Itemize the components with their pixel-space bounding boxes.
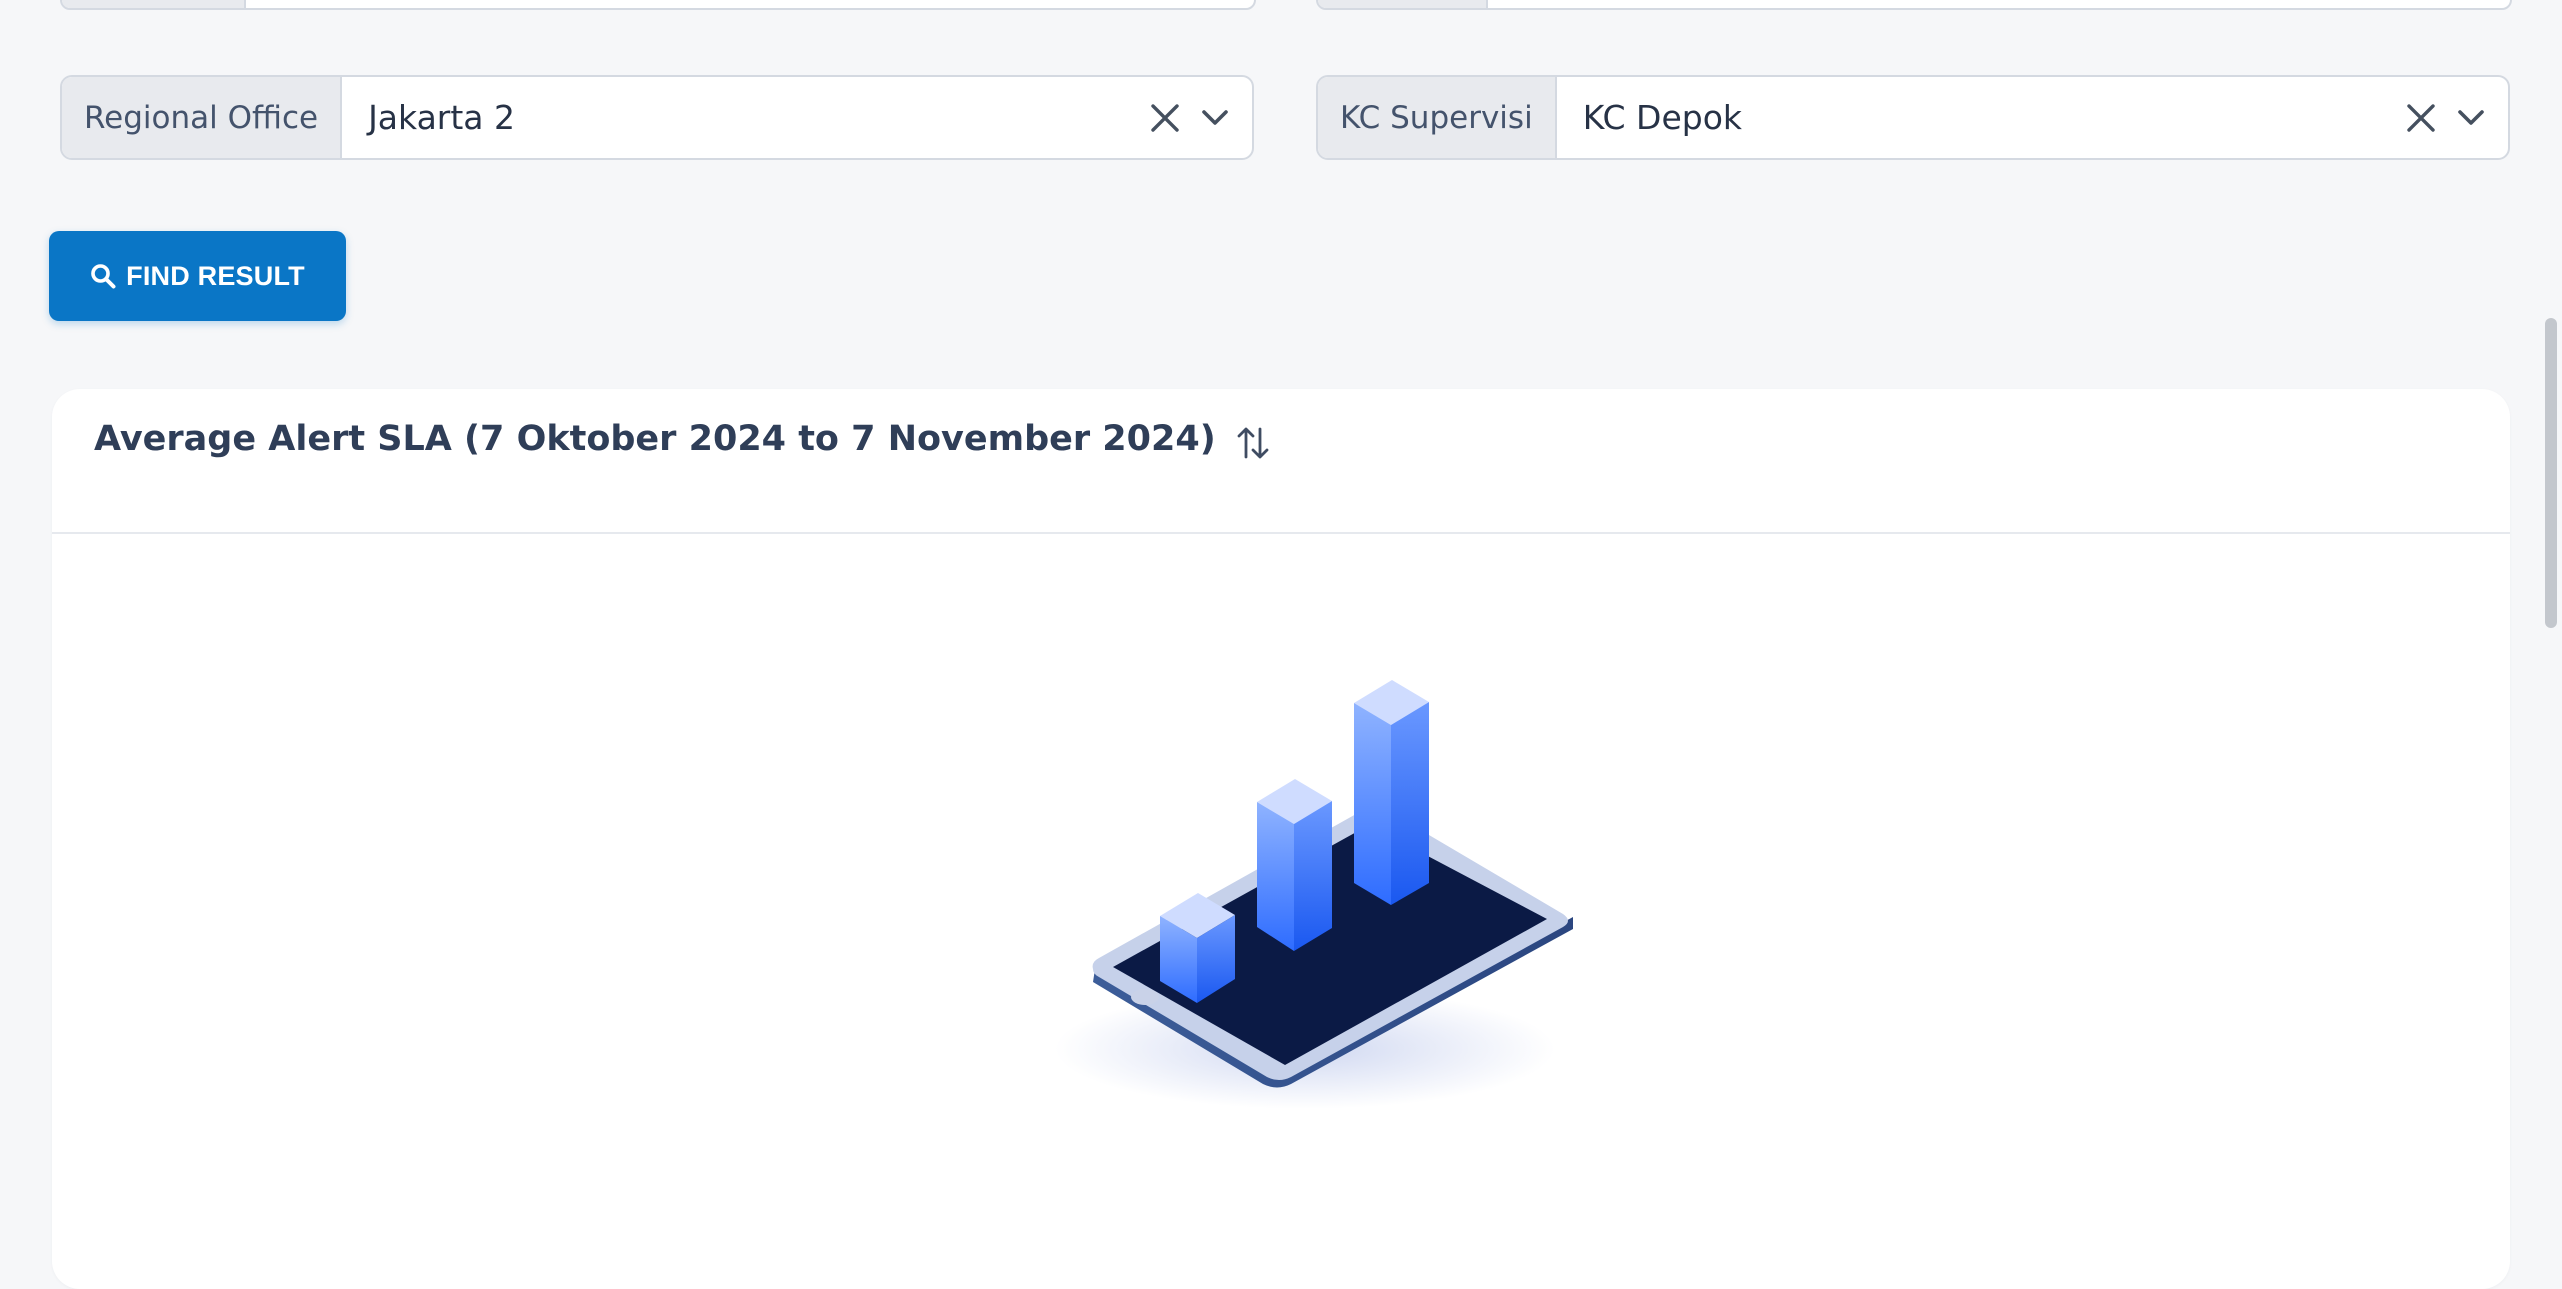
find-result-button[interactable]: FIND RESULT (49, 231, 346, 321)
kc-supervisi-label: KC Supervisi (1318, 77, 1557, 158)
kc-supervisi-select[interactable]: KC Depok (1557, 77, 2508, 158)
scrollbar-thumb[interactable] (2545, 318, 2557, 628)
chevron-down-icon[interactable] (1202, 109, 1228, 126)
previous-filter-addon-right (1318, 0, 1488, 8)
regional-office-value: Jakarta 2 (368, 98, 515, 137)
card-header: Average Alert SLA (7 Oktober 2024 to 7 N… (52, 389, 2510, 534)
card-title: Average Alert SLA (7 Oktober 2024 to 7 N… (94, 419, 1216, 459)
page: { "filters": { "regional_office": { "lab… (0, 0, 2562, 1289)
regional-office-filter: Regional Office Jakarta 2 (60, 75, 1254, 160)
phone-bar-chart-illustration (1035, 679, 1575, 1119)
regional-office-select[interactable]: Jakarta 2 (342, 77, 1252, 158)
sort-arrows-icon[interactable] (1236, 425, 1270, 461)
chevron-down-icon[interactable] (2458, 109, 2484, 126)
regional-office-label: Regional Office (62, 77, 343, 158)
kc-supervisi-filter: KC Supervisi KC Depok (1316, 75, 2510, 160)
previous-filter-field-right[interactable] (1316, 0, 2512, 10)
clear-icon[interactable] (1150, 103, 1180, 133)
previous-filter-field-left[interactable] (60, 0, 1256, 10)
previous-filter-addon-left (62, 0, 246, 8)
search-icon (90, 263, 116, 289)
find-result-label: FIND RESULT (126, 260, 305, 291)
card-title-wrap: Average Alert SLA (7 Oktober 2024 to 7 N… (94, 417, 1270, 461)
clear-icon[interactable] (2406, 103, 2436, 133)
average-alert-sla-card: Average Alert SLA (7 Oktober 2024 to 7 N… (52, 389, 2510, 1289)
kc-supervisi-value: KC Depok (1582, 98, 1743, 137)
page-scrollbar[interactable] (2540, 0, 2562, 1206)
